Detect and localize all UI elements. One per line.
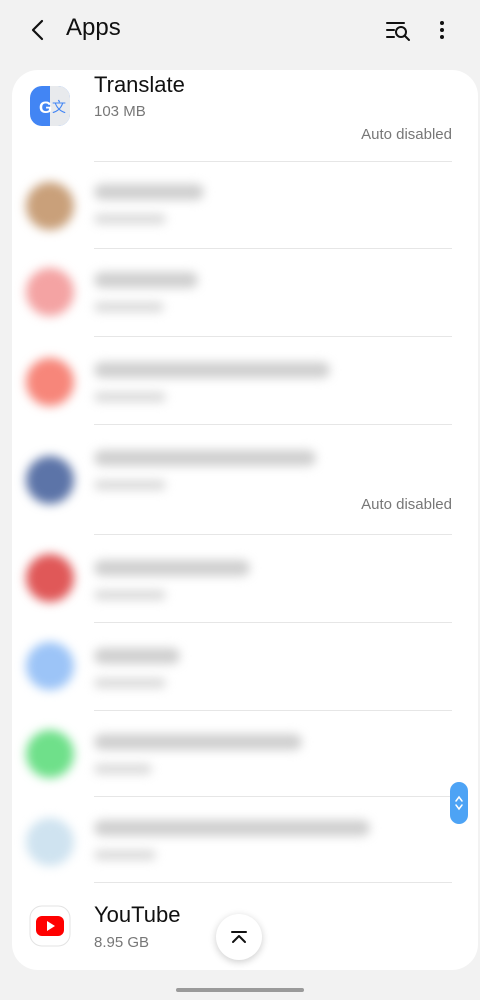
blurred-app-size xyxy=(94,214,166,224)
back-arrow-icon xyxy=(31,19,44,41)
blurred-app-name xyxy=(94,820,370,836)
blurred-app-size xyxy=(94,392,166,402)
blurred-app-name xyxy=(94,648,180,664)
more-vertical-icon xyxy=(440,21,444,39)
top-app-bar: Apps xyxy=(0,0,480,62)
blurred-app-icon xyxy=(26,818,74,866)
app-name: Translate xyxy=(94,72,185,97)
blurred-app-icon xyxy=(26,182,74,230)
blurred-app-row[interactable] xyxy=(12,710,478,796)
blurred-app-row[interactable] xyxy=(12,248,478,336)
app-size: 8.95 GB xyxy=(94,934,150,951)
home-indicator[interactable] xyxy=(176,988,304,992)
blurred-app-name xyxy=(94,450,316,466)
fast-scroll-handle[interactable] xyxy=(450,782,468,824)
page-title: Apps xyxy=(66,14,121,41)
apps-list-card: G 文 Translate 103 MB Auto disabled Auto … xyxy=(12,70,478,970)
blurred-app-icon xyxy=(26,730,74,778)
blurred-app-icon xyxy=(26,456,74,504)
chevron-up-icon xyxy=(455,795,463,802)
youtube-icon xyxy=(28,904,72,948)
app-name: YouTube xyxy=(94,902,181,927)
blurred-app-row[interactable]: Auto disabled xyxy=(12,424,478,534)
blurred-app-size xyxy=(94,590,166,600)
blurred-app-name xyxy=(94,362,330,378)
auto-disabled-status: Auto disabled xyxy=(361,496,452,513)
blurred-app-icon xyxy=(26,642,74,690)
blurred-app-row[interactable] xyxy=(12,162,478,248)
blurred-app-size xyxy=(94,480,166,490)
blurred-app-name xyxy=(94,560,250,576)
blurred-app-row[interactable] xyxy=(12,622,478,710)
scroll-to-top-icon xyxy=(231,931,247,943)
scroll-to-top-button[interactable] xyxy=(216,914,262,960)
app-row-translate[interactable]: G 文 Translate 103 MB Auto disabled xyxy=(12,70,478,162)
filter-search-icon xyxy=(386,22,410,41)
blurred-app-row[interactable] xyxy=(12,534,478,622)
google-translate-icon: G 文 xyxy=(28,84,72,128)
blurred-app-row[interactable] xyxy=(12,796,478,882)
blurred-app-name xyxy=(94,184,204,200)
blurred-app-size xyxy=(94,302,164,312)
chevron-down-icon xyxy=(455,804,463,811)
blurred-app-name xyxy=(94,272,198,288)
more-options-button[interactable] xyxy=(424,12,460,48)
blurred-app-icon xyxy=(26,554,74,602)
blurred-app-row[interactable] xyxy=(12,336,478,424)
blurred-app-icon xyxy=(26,268,74,316)
blurred-app-size xyxy=(94,850,156,860)
filter-search-button[interactable] xyxy=(380,12,416,48)
blurred-app-icon xyxy=(26,358,74,406)
blurred-app-name xyxy=(94,734,302,750)
app-size: 103 MB xyxy=(94,103,146,120)
blurred-app-size xyxy=(94,678,166,688)
back-button[interactable] xyxy=(20,12,56,48)
blurred-app-size xyxy=(94,764,152,774)
svg-text:文: 文 xyxy=(52,100,66,116)
auto-disabled-status: Auto disabled xyxy=(361,126,452,143)
svg-text:G: G xyxy=(39,98,52,117)
